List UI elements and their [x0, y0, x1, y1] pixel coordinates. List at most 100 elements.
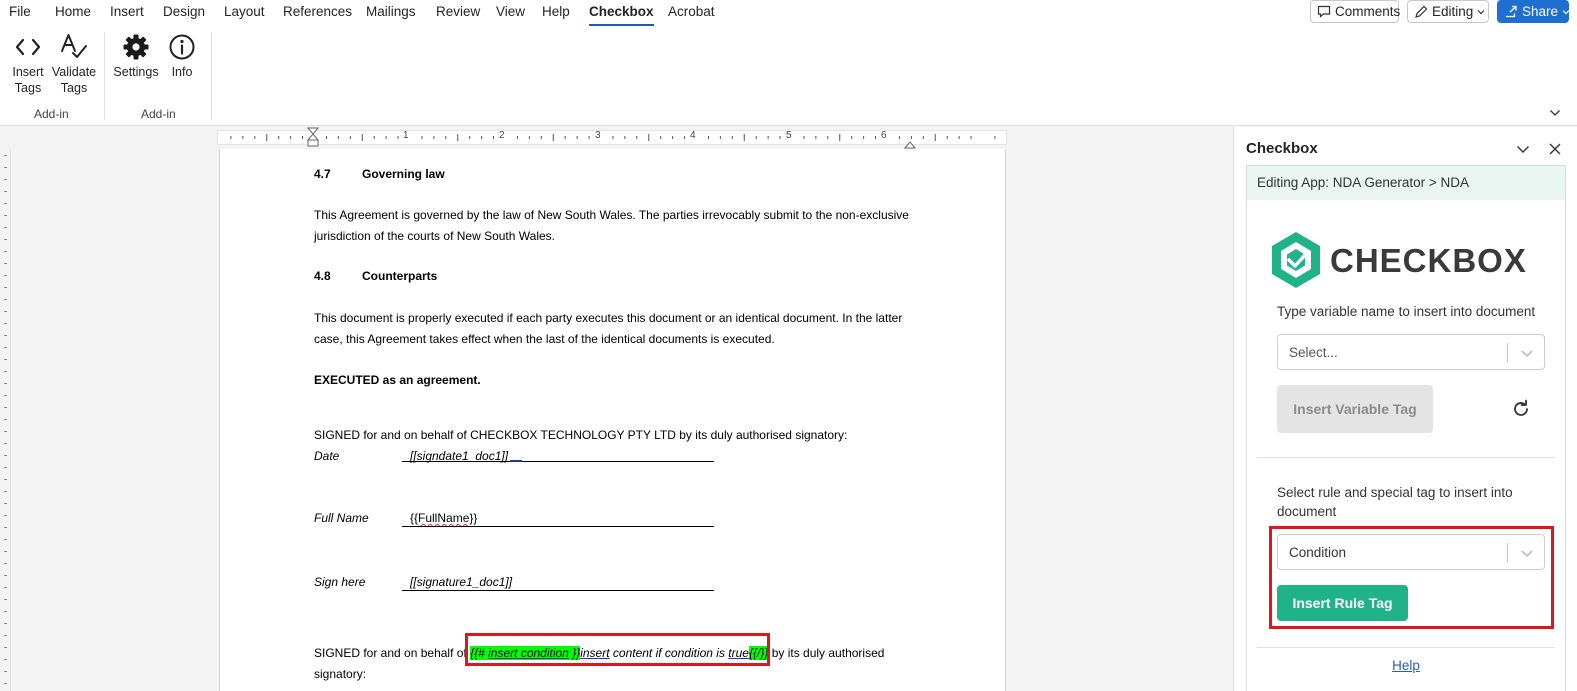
editing-label: Editing: [1432, 4, 1474, 19]
insert-tags-label-1: Insert: [12, 65, 44, 79]
insert-tags-button[interactable]: Insert Tags: [8, 30, 48, 96]
insert-tags-label-2: Tags: [14, 81, 42, 95]
ruler-tick: [4, 227, 7, 228]
ruler-tick: [4, 599, 7, 600]
horizontal-ruler: 1 2 3 4 5 6: [0, 127, 1232, 149]
date-label: Date: [314, 449, 340, 463]
ruler-tick: [4, 155, 7, 156]
ribbon: Insert Tags Validate Tags Settings Info …: [0, 26, 1577, 126]
refresh-icon[interactable]: [1511, 399, 1531, 424]
ruler-tick: [4, 431, 7, 432]
ruler-tick: [4, 395, 7, 396]
tab-design[interactable]: Design: [163, 4, 205, 19]
ruler-tick: [4, 659, 7, 660]
gear-icon: [120, 30, 152, 64]
comments-button[interactable]: Comments: [1310, 0, 1400, 23]
tab-help[interactable]: Help: [542, 4, 570, 19]
full-name-label: Full Name: [314, 511, 369, 525]
ribbon-group-label: Add-in: [141, 107, 176, 121]
sign-here-label: Sign here: [314, 575, 366, 589]
signed-suffix: by its duly authorised: [768, 646, 885, 660]
ruler-tick: [4, 371, 7, 372]
variable-select-placeholder: Select...: [1289, 345, 1338, 360]
validate-tags-button[interactable]: Validate Tags: [52, 30, 96, 96]
collapse-ribbon-icon[interactable]: [1549, 104, 1561, 122]
chevron-down-icon: [1521, 350, 1533, 358]
tab-file[interactable]: File: [9, 4, 31, 19]
ruler-number: 4: [690, 130, 696, 141]
variable-prompt: Type variable name to insert into docume…: [1277, 304, 1536, 319]
close-icon[interactable]: [1545, 139, 1565, 159]
chevron-down-icon: [1477, 9, 1485, 14]
ruler-tick: [4, 203, 7, 204]
ruler-tick: [4, 683, 7, 684]
spellcheck-icon: [58, 30, 90, 64]
info-button[interactable]: Info: [164, 30, 200, 80]
ruler-number: 1: [403, 130, 409, 141]
rule-prompt: Select rule and special tag to insert in…: [1277, 485, 1513, 519]
pane-options-icon[interactable]: [1513, 139, 1533, 159]
document-page[interactable]: 4.7 Governing law This Agreement is gove…: [219, 149, 1006, 691]
chevron-down-icon: [1562, 9, 1570, 14]
share-button[interactable]: Share: [1497, 0, 1570, 23]
ruler-tick: [4, 347, 7, 348]
tab-mailings[interactable]: Mailings: [366, 4, 416, 19]
ruler-tick: [4, 419, 7, 420]
ruler-tick: [4, 263, 7, 264]
tab-view[interactable]: View: [496, 4, 525, 19]
section-divider: [1257, 457, 1555, 458]
ruler-tick: [4, 215, 7, 216]
ruler-number: 6: [881, 130, 887, 141]
addin-content: Editing App: NDA Generator > NDA CHECKBO…: [1246, 165, 1566, 691]
signed-block-2-line-2: signatory:: [314, 667, 367, 681]
ruler-tick: [4, 407, 7, 408]
pane-title: Checkbox: [1246, 140, 1318, 157]
code-brackets-icon: [12, 30, 44, 64]
info-label: Info: [171, 65, 193, 79]
share-icon: [1506, 5, 1517, 18]
condition-highlight-box: [465, 633, 770, 666]
tab-insert[interactable]: Insert: [110, 4, 144, 19]
insert-variable-tag-button[interactable]: Insert Variable Tag: [1277, 385, 1433, 433]
pencil-icon: [1415, 5, 1428, 18]
settings-button[interactable]: Settings: [113, 30, 159, 80]
ruler-tick: [4, 467, 7, 468]
menu-bar: File Home Insert Design Layout Reference…: [0, 0, 1577, 26]
ruler-tick: [4, 383, 7, 384]
paragraph-line: This Agreement is governed by the law of…: [314, 208, 909, 222]
tab-home[interactable]: Home: [55, 4, 91, 19]
tab-checkbox[interactable]: Checkbox: [589, 4, 654, 26]
full-name-tag: {{FullName}}: [410, 511, 478, 525]
blue-underline-mark: [510, 460, 522, 462]
variable-select[interactable]: Select...: [1277, 334, 1545, 370]
ruler-tick: [4, 251, 7, 252]
tab-references[interactable]: References: [283, 4, 352, 19]
section-divider: [1257, 647, 1555, 648]
ruler-tick: [4, 539, 7, 540]
ruler-tick: [4, 239, 7, 240]
logo-wordmark: CHECKBOX: [1330, 242, 1527, 279]
ruler-tick: [4, 323, 7, 324]
signature-tag: [[signature1_doc1]]: [410, 575, 513, 589]
document-canvas[interactable]: 4.7 Governing law This Agreement is gove…: [11, 149, 1232, 691]
date-signature-line: [402, 461, 714, 462]
ruler-tick: [4, 275, 7, 276]
ribbon-separator: [104, 32, 105, 120]
signed-prefix: SIGNED for and on behalf of: [314, 646, 467, 660]
ruler-tick: [4, 359, 7, 360]
paragraph-line: case, this Agreement takes effect when t…: [314, 332, 775, 346]
ruler-tick: [4, 443, 7, 444]
ruler-number: 5: [786, 130, 792, 141]
help-link[interactable]: Help: [1247, 658, 1565, 673]
ruler-ticks: [230, 134, 996, 141]
tab-acrobat[interactable]: Acrobat: [668, 4, 715, 19]
editing-mode-button[interactable]: Editing: [1407, 0, 1489, 23]
tab-review[interactable]: Review: [436, 4, 480, 19]
ruler-tick: [4, 623, 7, 624]
tab-layout[interactable]: Layout: [224, 4, 265, 19]
comment-icon: [1317, 5, 1331, 18]
validate-tags-label-2: Tags: [60, 81, 88, 95]
heading-number: 4.8: [314, 269, 331, 283]
ruler-tick: [4, 491, 7, 492]
ruler-tick: [4, 287, 7, 288]
